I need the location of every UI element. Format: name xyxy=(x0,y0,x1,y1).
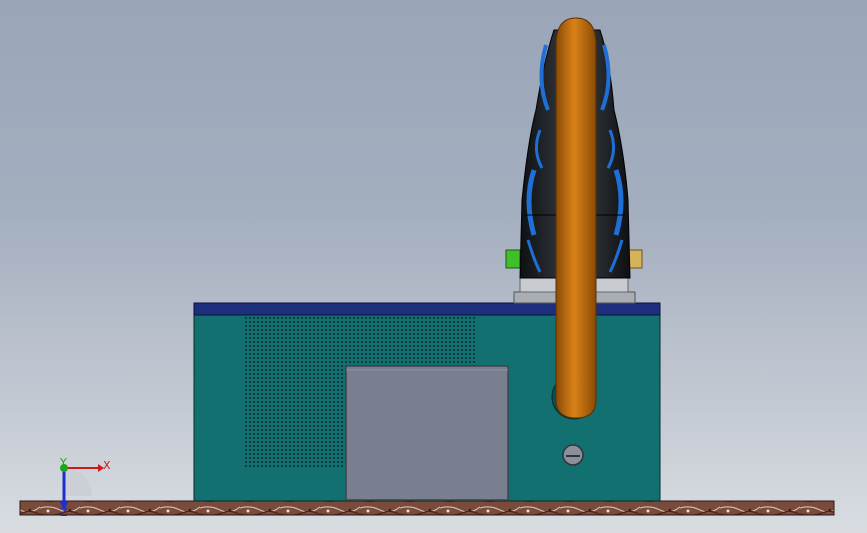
y-axis-label: Y xyxy=(59,456,67,469)
x-axis-label: X xyxy=(103,459,111,472)
bolt-left xyxy=(505,249,521,269)
access-panel xyxy=(345,365,509,501)
cad-viewport[interactable]: X Y Z xyxy=(0,0,867,533)
cable xyxy=(555,17,597,419)
base-plate xyxy=(19,500,835,516)
model-render: X Y Z xyxy=(19,17,835,519)
z-axis-label: Z xyxy=(60,506,68,519)
